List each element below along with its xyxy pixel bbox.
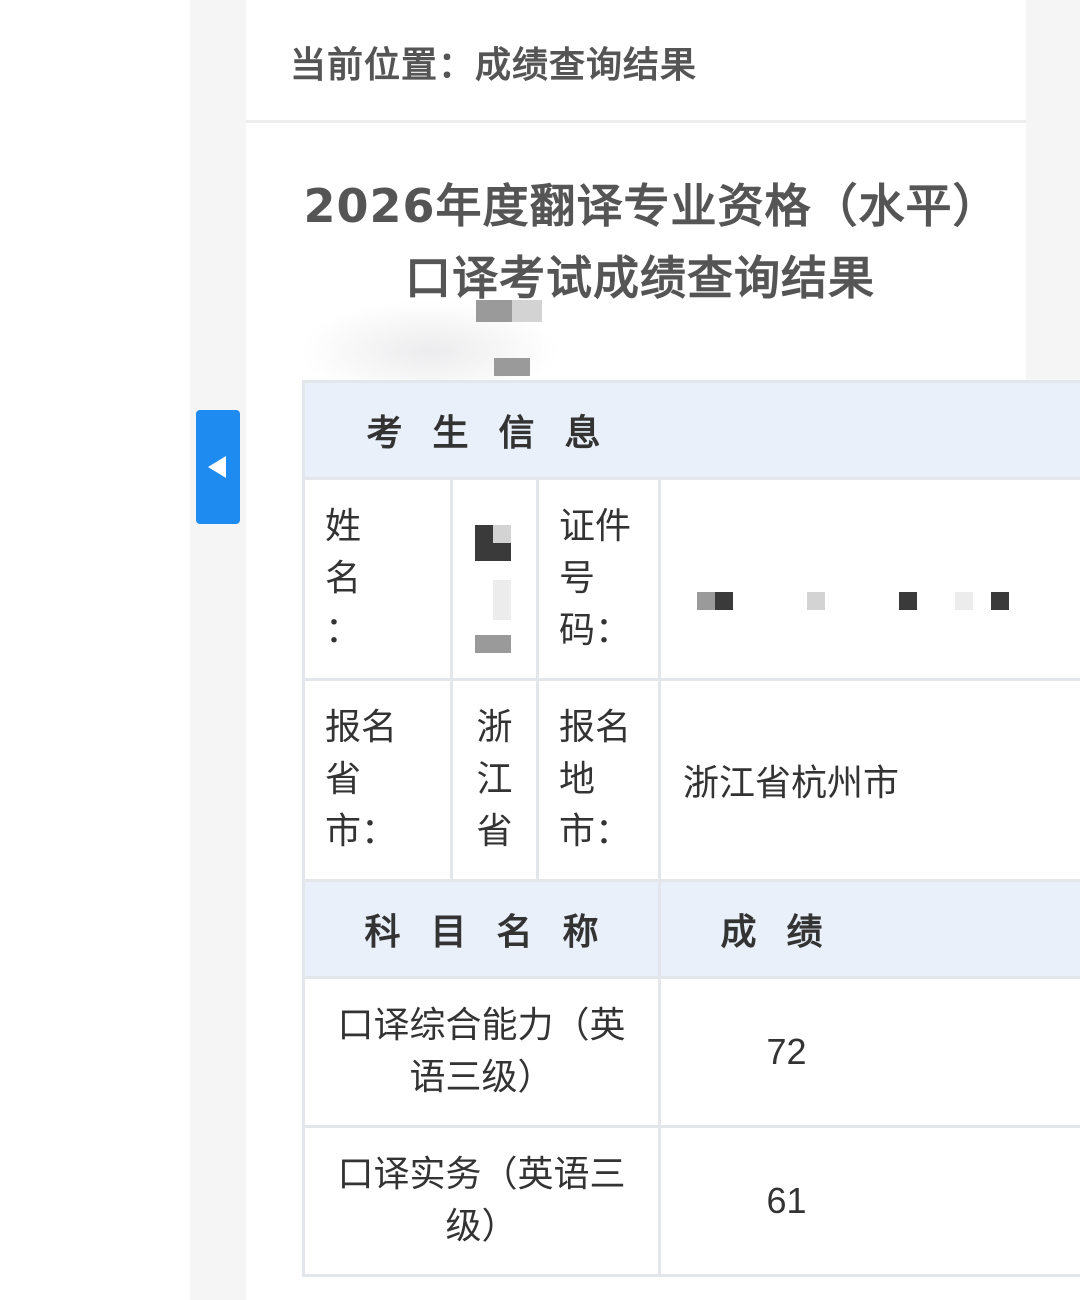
city-value: 浙江省杭州市 [683, 763, 900, 804]
subject-header-cell: 科目名称 [302, 879, 661, 979]
score-cell: 61 [658, 1125, 1080, 1277]
divider [246, 120, 1026, 123]
sidebar-toggle-button[interactable] [196, 410, 240, 524]
score-header-cell: 成绩 [658, 879, 1080, 979]
redaction-pixel [475, 635, 511, 653]
province-value: 浙江省 [476, 707, 513, 852]
city-label: 报名地市： [559, 707, 632, 852]
redaction-pixel [715, 592, 733, 610]
redaction-pixel [807, 592, 825, 610]
right-gutter [1026, 0, 1080, 380]
subject-name: 口译实务（英语三级） [337, 1154, 626, 1247]
score-value: 61 [766, 1180, 807, 1221]
city-label-cell: 报名地市： [536, 678, 661, 882]
table-row: 考生信息 [302, 380, 1080, 480]
table-row: 口译实务（英语三级） 61 [302, 1125, 1080, 1277]
redaction-pixel [494, 358, 530, 376]
subject-cell: 口译综合能力（英语三级） [302, 976, 661, 1128]
section-header-candidate-info: 考生信息 [302, 380, 1080, 480]
redaction-pixel [697, 592, 715, 610]
score-table: 考生信息 姓名： 证件号码： 报名省市： 浙江省 报名地市： 浙江省杭州市 科目… [302, 380, 1080, 1277]
breadcrumb: 当前位置：成绩查询结果 [290, 45, 698, 86]
subject-name: 口译综合能力（英语三级） [337, 1005, 626, 1098]
caret-left-icon [208, 456, 226, 478]
subject-header-label: 科目名称 [364, 912, 629, 953]
id-label: 证件号码： [559, 506, 632, 651]
province-label: 报名省市： [325, 707, 398, 852]
province-label-cell: 报名省市： [302, 678, 453, 882]
id-value-cell [658, 477, 1080, 681]
name-value-redacted [453, 480, 536, 678]
redaction-pixel [991, 592, 1009, 610]
name-value-cell [450, 477, 539, 681]
province-value-cell: 浙江省 [450, 678, 539, 882]
page-title: 2026年度翻译专业资格（水平）口译考试成绩查询结果 [303, 179, 977, 305]
score-cell: 72 [658, 976, 1080, 1128]
redaction-pixel [899, 592, 917, 610]
page-root: 当前位置：成绩查询结果 2026年度翻译专业资格（水平）口译考试成绩查询结果 考… [0, 0, 1080, 1300]
name-label-cell: 姓名： [302, 477, 453, 681]
table-row: 科目名称 成绩 [302, 879, 1080, 979]
table-row: 报名省市： 浙江省 报名地市： 浙江省杭州市 [302, 678, 1080, 882]
redaction-pixel [512, 300, 542, 322]
left-gutter [190, 0, 246, 1300]
name-label: 姓名： [325, 506, 362, 651]
city-value-cell: 浙江省杭州市 [658, 678, 1080, 882]
table-row: 口译综合能力（英语三级） 72 [302, 976, 1080, 1128]
redaction-pixel [476, 300, 512, 322]
section-header-label: 考生信息 [366, 413, 631, 454]
id-label-cell: 证件号码： [536, 477, 661, 681]
subject-cell: 口译实务（英语三级） [302, 1125, 661, 1277]
score-value: 72 [766, 1031, 807, 1072]
redaction-pixel [493, 525, 511, 543]
table-row: 姓名： 证件号码： [302, 477, 1080, 681]
score-header-label: 成绩 [720, 912, 853, 953]
redaction-pixel [493, 580, 511, 620]
id-value-redacted [661, 480, 1080, 678]
redaction-pixel [955, 592, 973, 610]
